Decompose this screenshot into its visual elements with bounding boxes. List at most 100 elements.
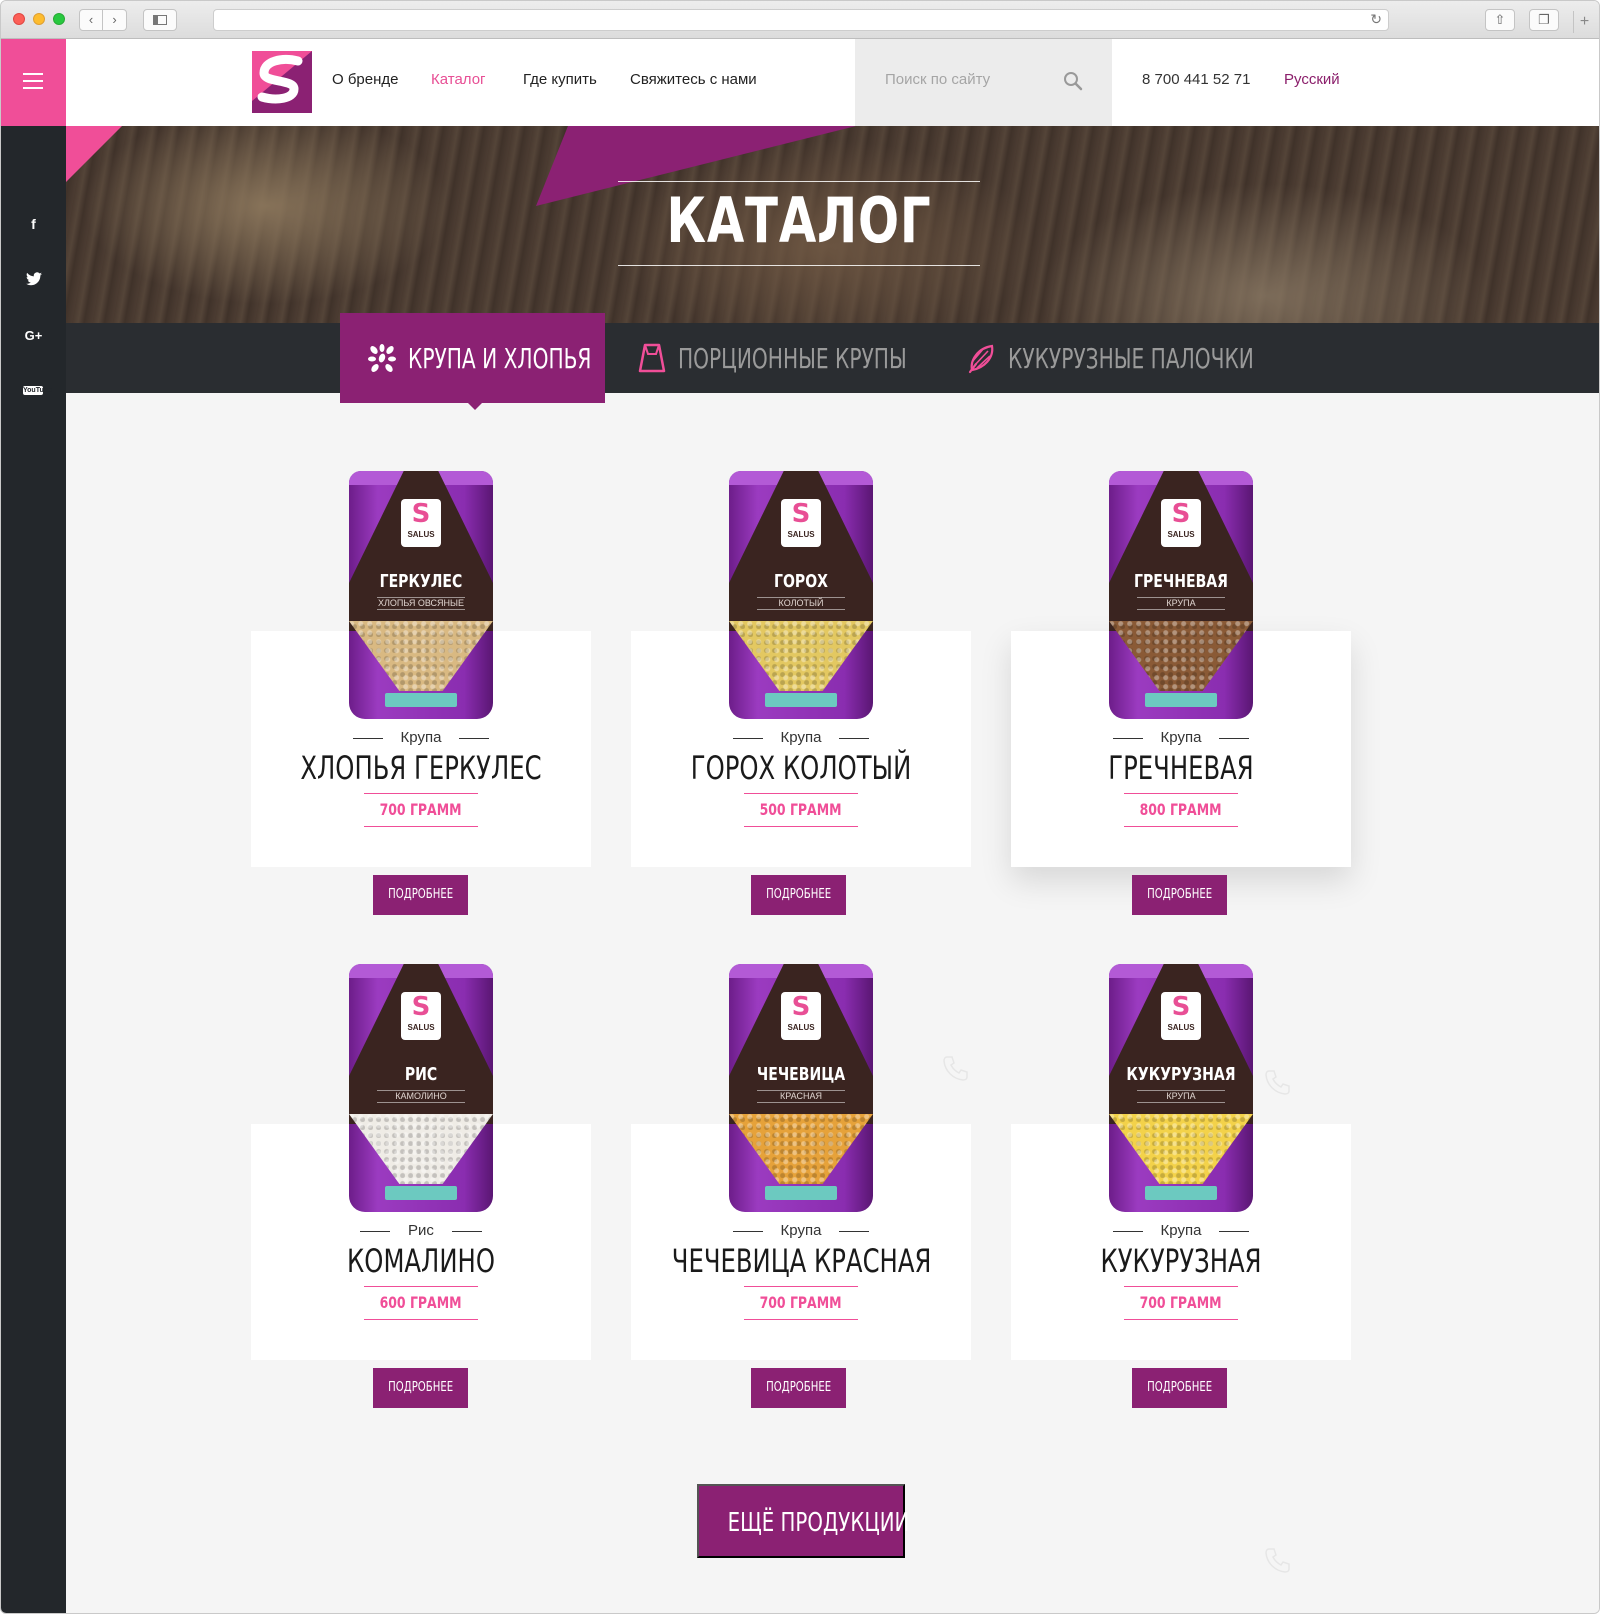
product-weight-label: 700 ГРАММ: [1140, 1293, 1222, 1312]
hamburger-icon: [23, 73, 43, 75]
pack-brand: SALUS: [787, 530, 815, 539]
pack-subtitle: КРАСНАЯ: [757, 1090, 845, 1103]
hero-pink-accent: [66, 126, 122, 182]
pack-subtitle: КОЛОТЫЙ: [757, 597, 845, 610]
facebook-icon[interactable]: f: [1, 216, 66, 232]
google-plus-icon[interactable]: G+: [1, 328, 66, 343]
product-pack-image[interactable]: S SALUS ГРЕЧНЕВАЯ КРУПА: [1109, 471, 1253, 719]
hamburger-icon-line: [23, 80, 43, 82]
product-category-label: Крупа: [400, 729, 442, 746]
phone-number[interactable]: 8 700 441 52 71: [1142, 71, 1250, 88]
address-bar[interactable]: ↻: [213, 9, 1389, 31]
zoom-window-button[interactable]: [53, 13, 65, 25]
product-weight-label: 700 ГРАММ: [380, 800, 462, 819]
pack-subtitle: ХЛОПЬЯ ОВСЯНЫЕ: [377, 597, 465, 610]
pack-name: РИС: [404, 1064, 438, 1085]
tab-label: КРУПА И ХЛОПЬЯ: [408, 341, 592, 375]
browser-toolbar: ‹ › ↻ ⇧ ❐ +: [1, 1, 1599, 39]
pack-quality-badge: [385, 1186, 457, 1200]
tab-label: КУКУРУЗНЫЕ ПАЛОЧКИ: [1008, 341, 1254, 375]
chevron-right-icon: ›: [112, 12, 117, 27]
product-category-label: Крупа: [780, 1222, 822, 1239]
back-button[interactable]: ‹: [79, 9, 103, 31]
details-button[interactable]: ПОДРОБНЕЕ: [1132, 1368, 1227, 1408]
tab-label: ПОРЦИОННЫЕ КРУПЫ: [678, 341, 907, 375]
salus-pack-logo: S SALUS: [781, 499, 821, 547]
product-category: Крупа: [1011, 729, 1351, 746]
product-weight-label: 600 ГРАММ: [380, 1293, 462, 1312]
product-pack-image[interactable]: S SALUS КУКУРУЗНАЯ КРУПА: [1109, 964, 1253, 1212]
close-window-button[interactable]: [13, 13, 25, 25]
product-title: КУКУРУЗНАЯ: [1100, 1242, 1262, 1280]
details-button-label: ПОДРОБНЕЕ: [1146, 1380, 1213, 1395]
details-button[interactable]: ПОДРОБНЕЕ: [1132, 875, 1227, 915]
salus-s-mark: S: [791, 499, 811, 529]
bag-icon: [638, 343, 666, 373]
pack-name: ГЕРКУЛЕС: [379, 571, 463, 592]
search-box: [855, 39, 1112, 126]
facebook-label: f: [31, 216, 36, 232]
details-button-label: ПОДРОБНЕЕ: [1146, 887, 1213, 902]
reload-icon[interactable]: ↻: [1370, 11, 1382, 28]
product-category: Крупа: [1011, 1222, 1351, 1239]
product-weight: 700 ГРАММ: [744, 1286, 858, 1320]
salus-s-mark: S: [1171, 499, 1191, 529]
youtube-icon[interactable]: YouTube: [23, 386, 52, 395]
more-products-button[interactable]: ЕЩЁ ПРОДУКЦИИ: [697, 1484, 909, 1558]
website: f G+ YouTube О бренде Каталог Где купить…: [1, 39, 1599, 1613]
pack-subtitle: КРУПА: [1137, 597, 1225, 610]
salus-s-mark: S: [791, 992, 811, 1022]
salus-s-mark: S: [411, 499, 431, 529]
product-pack-image[interactable]: S SALUS ГОРОХ КОЛОТЫЙ: [729, 471, 873, 719]
product-pack-image[interactable]: S SALUS ЧЕЧЕВИЦА КРАСНАЯ: [729, 964, 873, 1212]
page-title: КАТАЛОГ: [666, 184, 932, 257]
tab-corn-sticks[interactable]: КУКУРУЗНЫЕ ПАЛОЧКИ: [966, 323, 1286, 393]
pack-name: КУКУРУЗНАЯ: [1126, 1064, 1236, 1085]
pack-subtitle: КРУПА: [1137, 1090, 1225, 1103]
details-button[interactable]: ПОДРОБНЕЕ: [751, 1368, 846, 1408]
menu-button[interactable]: [1, 39, 66, 126]
details-button[interactable]: ПОДРОБНЕЕ: [373, 875, 468, 915]
new-tab-button[interactable]: +: [1573, 11, 1595, 33]
pack-brand: SALUS: [1167, 530, 1195, 539]
details-button[interactable]: ПОДРОБНЕЕ: [373, 1368, 468, 1408]
product-weight: 600 ГРАММ: [364, 1286, 478, 1320]
salus-pack-logo: S SALUS: [1161, 992, 1201, 1040]
phone-watermark-icon: [1265, 1548, 1290, 1573]
nav-contact[interactable]: Свяжитесь с нами: [630, 71, 757, 88]
product-category-label: Рис: [408, 1222, 434, 1239]
product-title: ГОРОХ КОЛОТЫЙ: [690, 749, 912, 787]
share-button[interactable]: ⇧: [1485, 9, 1515, 31]
pack-brand: SALUS: [1167, 1023, 1195, 1032]
twitter-icon[interactable]: [1, 272, 66, 289]
product-pack-image[interactable]: S SALUS ГЕРКУЛЕС ХЛОПЬЯ ОВСЯНЫЕ: [349, 471, 493, 719]
nav-about[interactable]: О бренде: [332, 71, 399, 88]
plus-icon: +: [1579, 13, 1590, 30]
product-category: Крупа: [631, 729, 971, 746]
product-weight-label: 500 ГРАММ: [760, 800, 842, 819]
hero-top-rule: [618, 181, 980, 182]
nav-catalog[interactable]: Каталог: [431, 71, 486, 88]
tab-portion-grains[interactable]: ПОРЦИОННЫЕ КРУПЫ: [636, 323, 936, 393]
details-button[interactable]: ПОДРОБНЕЕ: [751, 875, 846, 915]
sidebar-icon: [153, 15, 167, 25]
salus-logo[interactable]: [252, 51, 312, 113]
sidebar-toggle-button[interactable]: [143, 9, 177, 31]
salus-s-mark: S: [1171, 992, 1191, 1022]
tabs-icon: ❐: [1538, 12, 1550, 27]
language-selector[interactable]: Русский: [1284, 71, 1340, 88]
forward-button[interactable]: ›: [103, 9, 127, 31]
product-pack-image[interactable]: S SALUS РИС КАМОЛИНО: [349, 964, 493, 1212]
product-title: КОМАЛИНО: [347, 1242, 495, 1280]
minimize-window-button[interactable]: [33, 13, 45, 25]
tab-grains-flakes[interactable]: КРУПА И ХЛОПЬЯ: [340, 313, 605, 410]
share-icon: ⇧: [1494, 12, 1506, 27]
pack-name: ЧЕЧЕВИЦА: [756, 1064, 846, 1085]
search-icon[interactable]: [1062, 70, 1084, 92]
browser-window: ‹ › ↻ ⇧ ❐ + f G+ YouTube О бренде Катало…: [0, 0, 1600, 1614]
product-title: ЧЕЧЕВИЦА КРАСНАЯ: [671, 1242, 932, 1280]
show-tabs-button[interactable]: ❐: [1529, 9, 1559, 31]
search-input[interactable]: [885, 71, 1065, 88]
phone-watermark-icon: [943, 1056, 968, 1081]
nav-where-to-buy[interactable]: Где купить: [523, 71, 597, 88]
